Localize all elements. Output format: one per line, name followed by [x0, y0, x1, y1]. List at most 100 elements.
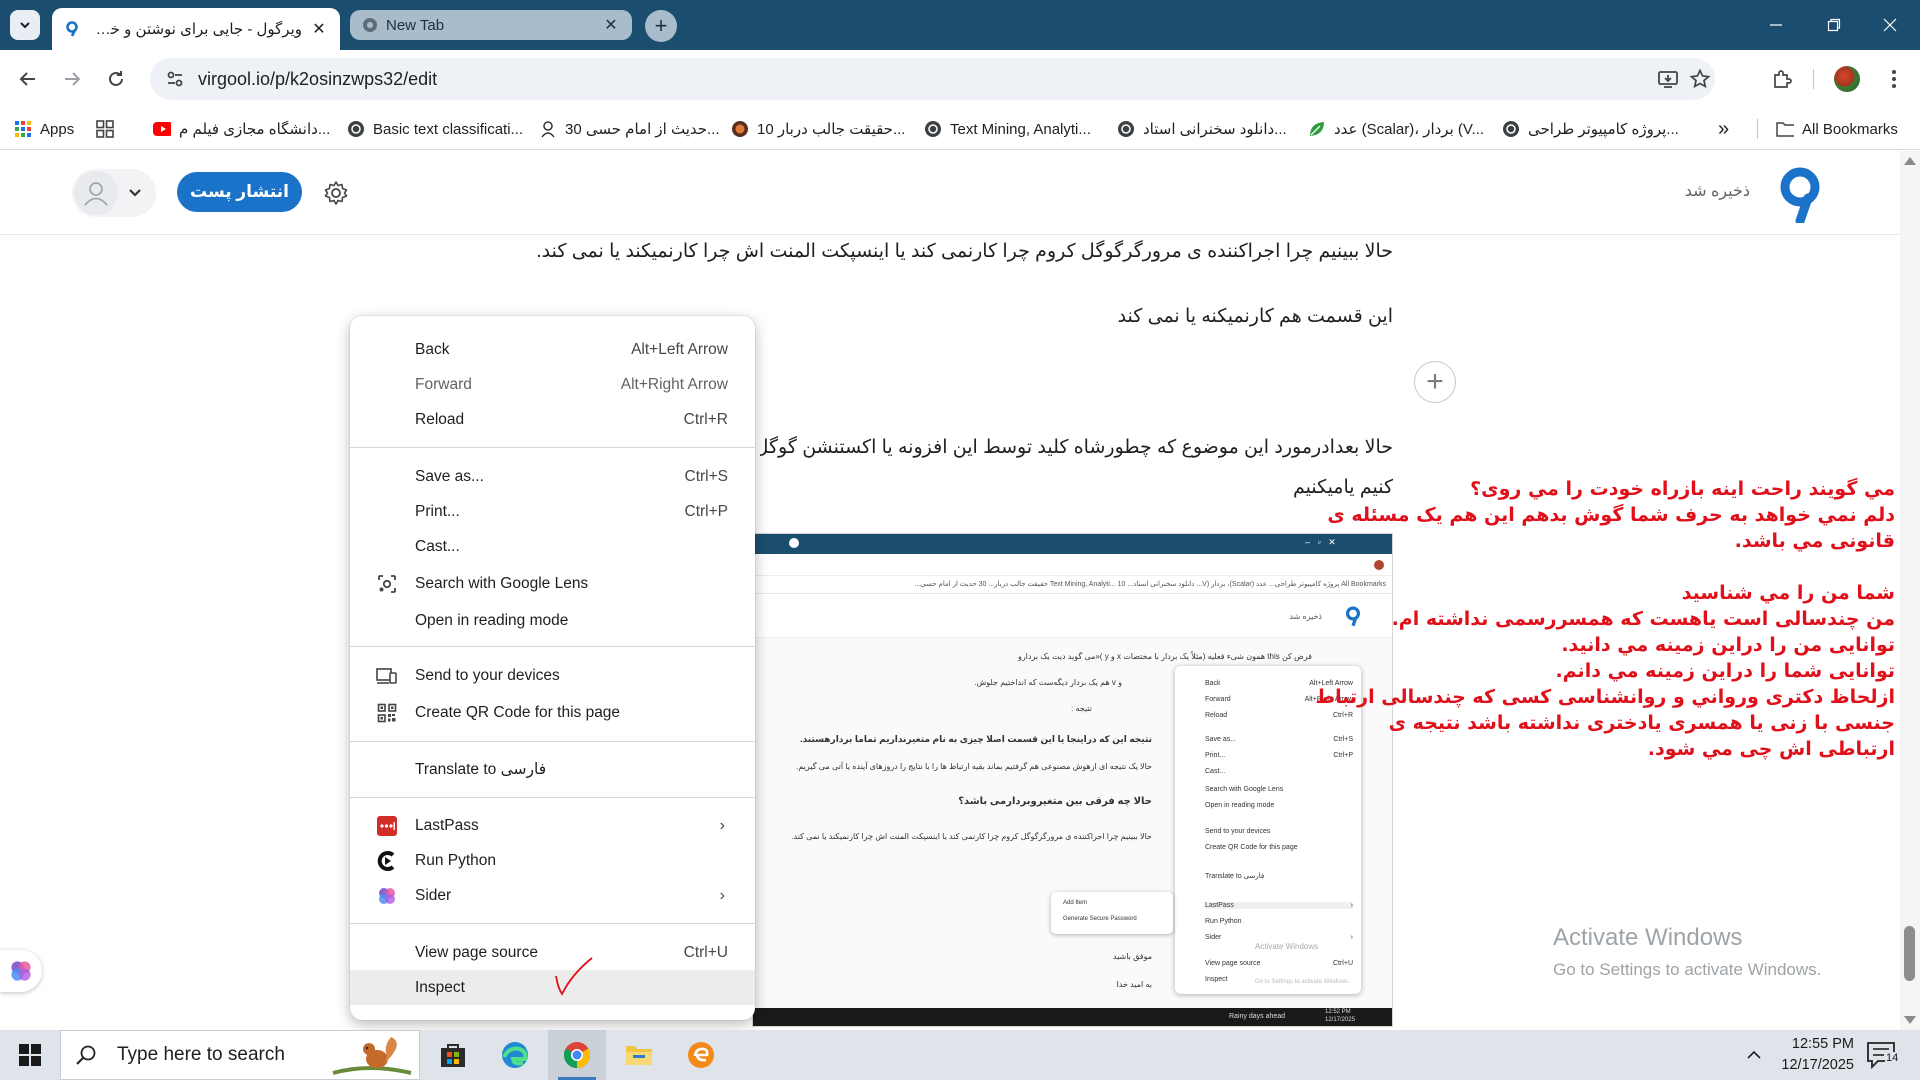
- menu-separator: [350, 646, 755, 647]
- bookmark-project[interactable]: پروژه کامپیوتر طراحی...: [1502, 108, 1679, 150]
- taskbar-app-orange[interactable]: [672, 1030, 730, 1080]
- taskbar-clock[interactable]: 12:55 PM 12/17/2025: [1764, 1034, 1854, 1076]
- bookmark-scalar[interactable]: عدد (Scalar)، بردار (V...: [1308, 108, 1484, 150]
- extensions-button[interactable]: [1766, 63, 1798, 95]
- menu-item-lastpass[interactable]: LastPass ›: [350, 808, 755, 843]
- red-note-text[interactable]: مي گويند راحت اينه بازراه خودت را مي روی…: [1315, 476, 1895, 762]
- tab-new-tab[interactable]: New Tab ✕: [350, 10, 632, 40]
- all-bookmarks-button[interactable]: All Bookmarks: [1776, 108, 1898, 150]
- page-scrollbar[interactable]: [1900, 151, 1920, 1030]
- taskbar-chrome[interactable]: [548, 1030, 606, 1080]
- devices-icon: [376, 665, 398, 687]
- close-tab-icon[interactable]: ✕: [602, 15, 620, 35]
- settings-button[interactable]: [320, 177, 352, 209]
- plus-icon: +: [654, 13, 668, 38]
- reload-button[interactable]: [100, 63, 132, 95]
- chevron-right-icon: ›: [719, 886, 725, 904]
- embedded-screenshot[interactable]: – ▫ ✕ All Bookmarks پروژه کامپیوتر طراحی…: [752, 533, 1393, 1027]
- menu-item-reading-mode[interactable]: Open in reading mode: [350, 603, 755, 638]
- tab-groups-icon: [96, 120, 114, 138]
- menu-separator: [350, 447, 755, 448]
- chrome-icon: [563, 1042, 591, 1069]
- bookmark-apps[interactable]: Apps: [14, 108, 74, 150]
- virgool-logo-icon[interactable]: [1775, 165, 1825, 223]
- menu-item-translate[interactable]: Translate to فارسی: [350, 752, 755, 787]
- article-paragraph[interactable]: کنیم یامیکنیم: [1293, 476, 1393, 499]
- add-block-button[interactable]: +: [1414, 361, 1456, 403]
- taskbar-search-box[interactable]: Type here to search: [60, 1030, 420, 1080]
- embed-header: ذخیره شد: [753, 594, 1392, 638]
- tab-strip: ویرگول - جایی برای نوشتن و خواندن ✕ New …: [0, 0, 1920, 50]
- arrow-right-icon: [65, 72, 81, 86]
- address-bar[interactable]: virgool.io/p/k2osinzwps32/edit: [150, 58, 1715, 100]
- bookmark-lecture[interactable]: دانلود سخنرانی استاد...: [1117, 108, 1287, 150]
- bookmark-text-mining[interactable]: Text Mining, Analyti...: [924, 108, 1091, 150]
- embed-taskbar: Rainy days ahead 12:52 PM 12/17/2025: [753, 1008, 1392, 1026]
- profile-button[interactable]: [1831, 63, 1863, 95]
- close-window-button[interactable]: [1862, 0, 1918, 50]
- more-bookmarks-button[interactable]: »: [1718, 108, 1729, 150]
- context-menu: Back Alt+Left Arrow Forward Alt+Right Ar…: [350, 316, 755, 1020]
- restore-button[interactable]: [1806, 0, 1862, 50]
- menu-item-cast[interactable]: Cast...: [350, 529, 755, 564]
- article-paragraph[interactable]: حالا بعدادرمورد این موضوع که چطورشاه کلی…: [760, 436, 1393, 459]
- folder-icon: [1776, 120, 1794, 138]
- scrollbar-thumb[interactable]: [1904, 926, 1915, 981]
- user-menu-button[interactable]: [72, 169, 156, 217]
- taskbar-file-explorer[interactable]: [610, 1030, 668, 1080]
- plus-icon: +: [1426, 365, 1444, 398]
- back-button[interactable]: [12, 63, 44, 95]
- bookmark-tab-groups[interactable]: [96, 108, 122, 150]
- menu-item-forward[interactable]: Forward Alt+Right Arrow: [350, 367, 755, 402]
- menu-item-qr-code[interactable]: Create QR Code for this page: [350, 695, 755, 730]
- edge-icon: [502, 1042, 528, 1068]
- start-button[interactable]: [0, 1030, 60, 1080]
- forward-button[interactable]: [56, 63, 88, 95]
- close-tab-icon[interactable]: ✕: [310, 19, 328, 39]
- menu-separator: [350, 741, 755, 742]
- scroll-down-arrow-icon[interactable]: [1904, 1016, 1916, 1024]
- embed-bookmarks: All Bookmarks پروژه کامپیوتر طراحی... عد…: [753, 576, 1392, 594]
- arrow-left-icon: [19, 72, 35, 86]
- site-info-icon[interactable]: [160, 64, 190, 94]
- menu-item-sider[interactable]: Sider ›: [350, 878, 755, 913]
- bookmarks-bar: Apps دانشگاه مجازی فیلم م... Basic text …: [0, 108, 1920, 150]
- globe-icon: [347, 120, 365, 138]
- taskbar-edge[interactable]: [486, 1030, 544, 1080]
- gear-icon: [324, 181, 348, 205]
- lastpass-icon: [376, 815, 398, 837]
- notification-count: 14: [1885, 1052, 1900, 1064]
- article-paragraph[interactable]: این قسمت هم کارنمیکنه یا نمی کند: [1118, 305, 1393, 328]
- figure-icon: [539, 120, 557, 138]
- minimize-button[interactable]: [1748, 0, 1804, 50]
- taskbar-store[interactable]: [424, 1030, 482, 1080]
- menu-item-save-as[interactable]: Save as... Ctrl+S: [350, 459, 755, 494]
- bookmark-star-icon[interactable]: [1682, 58, 1718, 100]
- bookmark-hadith[interactable]: 30 حدیث از امام حسی...: [539, 108, 720, 150]
- article-paragraph[interactable]: حالا ببینیم چرا اجراکننده ی مرورگرگوگل ک…: [536, 240, 1393, 263]
- menu-item-back[interactable]: Back Alt+Left Arrow: [350, 332, 755, 367]
- minimize-icon: [1770, 24, 1782, 26]
- sider-floating-button[interactable]: [0, 950, 42, 992]
- url-text[interactable]: virgool.io/p/k2osinzwps32/edit: [198, 69, 437, 90]
- avatar: [74, 171, 118, 215]
- store-icon: [441, 1044, 465, 1067]
- menu-item-print[interactable]: Print... Ctrl+P: [350, 494, 755, 529]
- bookmark-facts[interactable]: 10 حقیقت جالب دربار...: [731, 108, 905, 150]
- bookmark-youtube[interactable]: دانشگاه مجازی فیلم م...: [153, 108, 330, 150]
- menu-item-send-to-devices[interactable]: Send to your devices: [350, 658, 755, 693]
- puzzle-icon: [1774, 70, 1792, 88]
- scroll-up-arrow-icon[interactable]: [1904, 157, 1916, 165]
- menu-item-reload[interactable]: Reload Ctrl+R: [350, 402, 755, 437]
- tab-search-button[interactable]: [10, 10, 40, 40]
- chrome-menu-button[interactable]: [1878, 63, 1910, 95]
- publish-post-button[interactable]: انتشار پست: [177, 172, 302, 212]
- chevron-down-icon: [129, 189, 141, 197]
- bookmark-basic-text[interactable]: Basic text classificati...: [347, 108, 523, 150]
- menu-item-run-python[interactable]: Run Python: [350, 843, 755, 878]
- new-tab-button[interactable]: +: [645, 10, 677, 42]
- menu-item-google-lens[interactable]: Search with Google Lens: [350, 566, 755, 601]
- globe-icon: [1502, 120, 1520, 138]
- install-app-icon[interactable]: [1650, 58, 1686, 100]
- tab-virgool[interactable]: ویرگول - جایی برای نوشتن و خواندن ✕: [52, 8, 340, 50]
